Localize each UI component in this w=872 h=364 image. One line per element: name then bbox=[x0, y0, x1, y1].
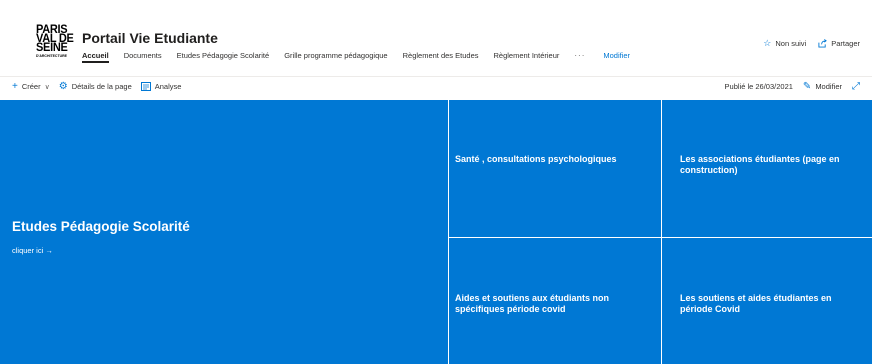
hero-tile-title: Santé , consultations psychologiques bbox=[455, 154, 617, 164]
edit-page-label: Modifier bbox=[815, 82, 842, 91]
nav-item-reglement-interieur[interactable]: Règlement Intérieur bbox=[494, 51, 560, 60]
top-navigation: Accueil Documents Etudes Pédagogie Scola… bbox=[82, 48, 630, 63]
edit-page-button[interactable]: ✎ Modifier bbox=[803, 81, 842, 92]
nav-edit-link[interactable]: Modifier bbox=[603, 51, 630, 60]
share-icon bbox=[818, 39, 828, 48]
site-logo[interactable]: PARIS VAL DE SEINE D'ARCHITECTURE bbox=[36, 24, 76, 62]
logo-line-3: SEINE bbox=[36, 41, 68, 55]
hero-tile-associations[interactable]: Les associations étudiantes (page en con… bbox=[662, 100, 872, 237]
hero-tile-title: Les soutiens et aides étudiantes en péri… bbox=[680, 293, 832, 314]
command-bar-right: Publié le 26/03/2021 ✎ Modifier ⤢ bbox=[725, 81, 860, 92]
hero-tile-main[interactable]: Etudes Pédagogie Scolarité cliquer ici → bbox=[0, 100, 448, 364]
hero-tile-title: Les associations étudiantes (page en con… bbox=[680, 154, 840, 175]
pencil-icon: ✎ bbox=[802, 81, 812, 92]
site-header: PARIS VAL DE SEINE D'ARCHITECTURE Portai… bbox=[0, 0, 872, 72]
published-status: Publié le 26/03/2021 bbox=[724, 82, 793, 91]
follow-button[interactable]: ☆ Non suivi bbox=[763, 38, 806, 49]
chevron-down-icon: ∨ bbox=[44, 83, 50, 91]
analytics-icon bbox=[140, 82, 151, 91]
follow-label: Non suivi bbox=[775, 39, 807, 48]
hero-section: Etudes Pédagogie Scolarité cliquer ici →… bbox=[0, 100, 872, 364]
hero-tile-soutiens-covid[interactable]: Les soutiens et aides étudiantes en péri… bbox=[662, 238, 872, 364]
nav-more-button[interactable]: ··· bbox=[574, 51, 585, 60]
site-title[interactable]: Portail Vie Etudiante bbox=[82, 30, 218, 46]
hero-tile-title: Aides et soutiens aux étudiants non spéc… bbox=[455, 293, 610, 314]
command-bar: + Créer ∨ ⚙ Détails de la page Analyse P… bbox=[0, 76, 872, 98]
hero-tile-sante[interactable]: Santé , consultations psychologiques bbox=[449, 100, 661, 237]
hero-main-link[interactable]: cliquer ici → bbox=[12, 246, 53, 255]
hero-tile-aides[interactable]: Aides et soutiens aux étudiants non spéc… bbox=[449, 238, 661, 364]
create-label: Créer bbox=[21, 82, 41, 91]
nav-item-etudes[interactable]: Etudes Pédagogie Scolarité bbox=[177, 51, 270, 60]
share-label: Partager bbox=[831, 39, 860, 48]
analytics-button[interactable]: Analyse bbox=[140, 82, 182, 91]
nav-item-documents[interactable]: Documents bbox=[124, 51, 162, 60]
page-details-button[interactable]: ⚙ Détails de la page bbox=[59, 81, 132, 92]
logo-line-4: D'ARCHITECTURE bbox=[36, 54, 67, 58]
plus-icon: + bbox=[12, 81, 18, 92]
share-button[interactable]: Partager bbox=[818, 39, 860, 48]
create-button[interactable]: + Créer ∨ bbox=[12, 81, 50, 92]
star-icon: ☆ bbox=[763, 38, 772, 48]
nav-item-accueil[interactable]: Accueil bbox=[82, 51, 109, 63]
gear-icon: ⚙ bbox=[58, 81, 68, 92]
nav-item-reglement-etudes[interactable]: Règlement des Etudes bbox=[403, 51, 479, 60]
nav-item-grille[interactable]: Grille programme pédagogique bbox=[284, 51, 387, 60]
header-actions: ☆ Non suivi Partager bbox=[751, 38, 860, 49]
analytics-label: Analyse bbox=[154, 82, 182, 91]
hero-main-title: Etudes Pédagogie Scolarité bbox=[12, 219, 190, 234]
expand-icon[interactable]: ⤢ bbox=[852, 81, 860, 92]
page-details-label: Détails de la page bbox=[71, 82, 132, 91]
command-bar-left: + Créer ∨ ⚙ Détails de la page Analyse bbox=[12, 81, 190, 92]
